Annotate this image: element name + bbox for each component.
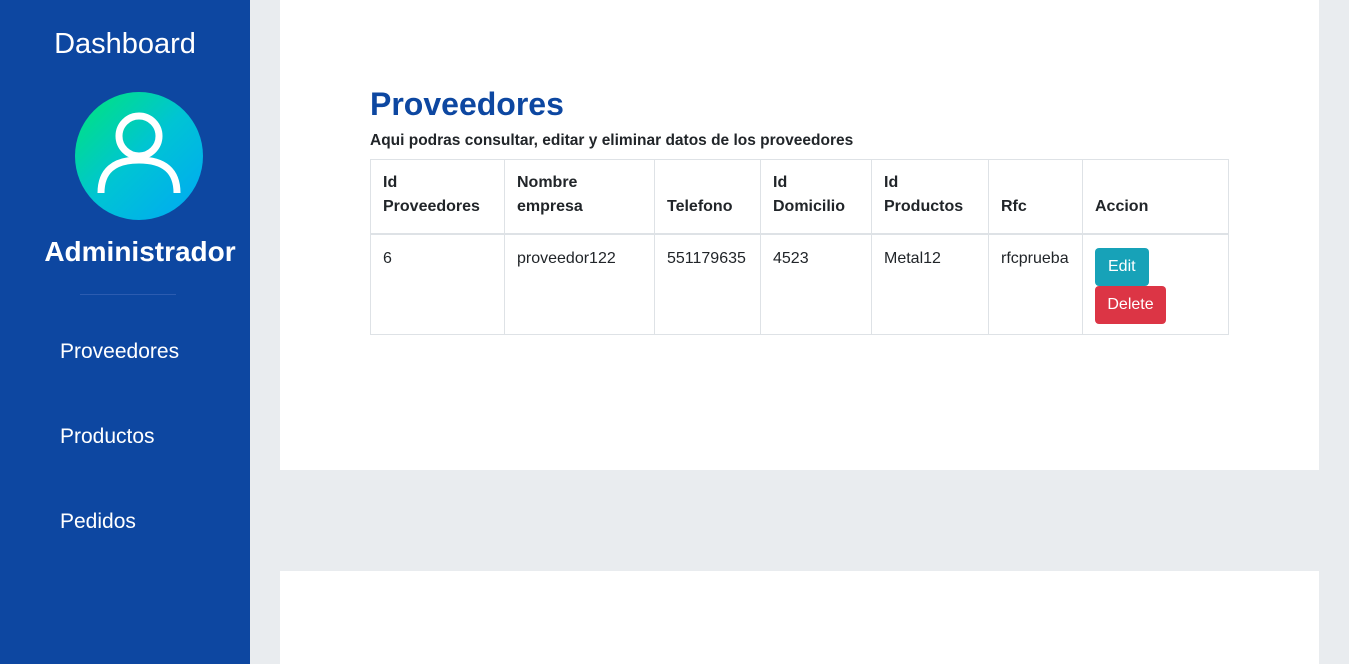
cell-domicilio: 4523	[760, 233, 872, 335]
header-line: Proveedores	[383, 197, 480, 215]
table-header-row: Id Proveedores Nombre empresa Telefono I…	[370, 159, 1229, 234]
user-icon	[97, 112, 181, 194]
cell-rfc: rfcprueba	[988, 233, 1083, 335]
user-avatar	[75, 92, 203, 220]
header-telefono: Telefono	[654, 159, 761, 234]
table-row: 6 proveedor122 551179635 4523 Metal12 rf…	[370, 233, 1229, 335]
header-line: Rfc	[1001, 197, 1027, 215]
header-line: empresa	[517, 197, 583, 215]
delete-button[interactable]: Delete	[1095, 285, 1166, 324]
cell-telefono: 551179635	[654, 233, 761, 335]
cell-productos: Metal12	[871, 233, 989, 335]
sidebar-item-proveedores[interactable]: Proveedores	[60, 340, 179, 364]
header-nombre-empresa: Nombre empresa	[504, 159, 655, 234]
sidebar-item-pedidos[interactable]: Pedidos	[60, 510, 136, 534]
page-title: Proveedores	[370, 86, 564, 122]
user-role: Administrador	[44, 236, 236, 267]
cell-id: 6	[370, 233, 505, 335]
header-id-proveedores: Id Proveedores	[370, 159, 505, 234]
cell-accion: Edit Delete	[1082, 233, 1229, 335]
header-accion: Accion	[1082, 159, 1229, 234]
page-subtitle: Aqui podras consultar, editar y eliminar…	[370, 132, 854, 149]
header-line: Id	[773, 173, 788, 191]
header-rfc: Rfc	[988, 159, 1083, 234]
header-line: Telefono	[667, 197, 733, 215]
header-line: Nombre	[517, 173, 578, 191]
header-id-domicilio: Id Domicilio	[760, 159, 872, 234]
header-line: Domicilio	[773, 197, 846, 215]
sidebar-divider	[80, 294, 176, 295]
sidebar-item-productos[interactable]: Productos	[60, 425, 155, 449]
header-line: Id	[383, 173, 398, 191]
edit-button[interactable]: Edit	[1095, 247, 1149, 286]
sidebar: Dashboard Administrador Proveedores Prod…	[0, 0, 250, 664]
header-line: Id	[884, 173, 899, 191]
header-id-productos: Id Productos	[871, 159, 989, 234]
proveedores-table: Id Proveedores Nombre empresa Telefono I…	[370, 159, 1229, 335]
sidebar-title: Dashboard	[54, 28, 196, 60]
header-line: Accion	[1095, 197, 1149, 215]
cell-nombre: proveedor122	[504, 233, 655, 335]
header-line: Productos	[884, 197, 964, 215]
secondary-card	[280, 571, 1319, 664]
